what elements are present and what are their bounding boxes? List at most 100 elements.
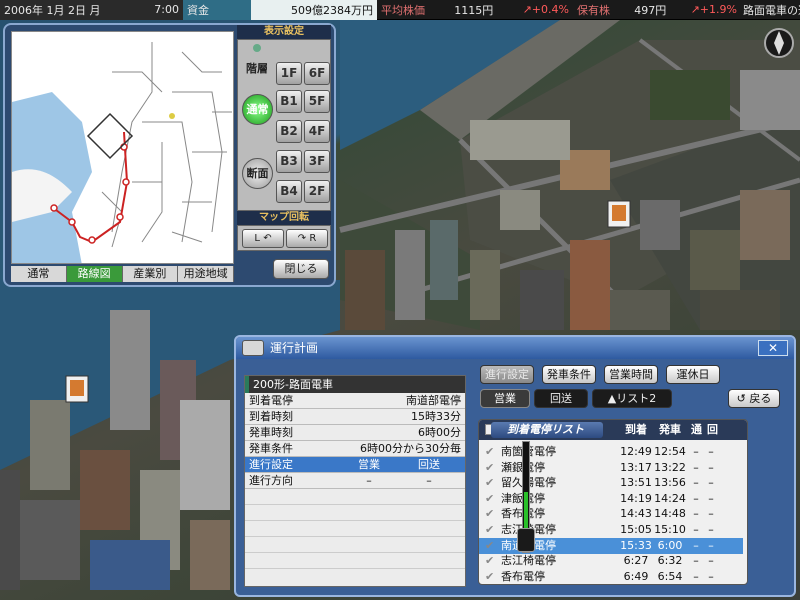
- list-item[interactable]: ✔瀬銀電停13:1713:22––: [479, 460, 743, 476]
- floor-b1-button[interactable]: B1: [276, 90, 302, 113]
- arrival-stop-list: 到着電停リスト 到着 発車 通 回 ✔南箇管電停12:4912:54––✔瀬銀電…: [478, 419, 748, 585]
- display-settings-header: 表示設定: [237, 25, 331, 39]
- floor-b3-button[interactable]: B3: [276, 150, 302, 173]
- row-check-icon[interactable]: ✔: [485, 491, 495, 507]
- business-hours-button[interactable]: 営業時間: [604, 365, 658, 384]
- service-button[interactable]: 営業: [480, 389, 530, 408]
- tab-normal[interactable]: 通常: [11, 266, 67, 282]
- arrive-time: 14:43: [620, 507, 652, 521]
- holding-change: ↗+1.9%: [690, 3, 737, 16]
- row-check-icon[interactable]: ✔: [485, 506, 495, 522]
- info-value: 南道部電停: [406, 394, 461, 407]
- depart-time: 6:32: [657, 554, 683, 568]
- list-item[interactable]: ✔留久場電停13:5113:56––: [479, 475, 743, 491]
- date-text: 2006年 1月 2日 月: [4, 3, 101, 17]
- minimap-panel: 通常 路線図 産業別 用途地域 表示設定 階層 通常 断面 1F 6F B1 5…: [3, 23, 336, 287]
- arrive-time: 12:49: [620, 445, 652, 458]
- info-value: 15時33分: [411, 410, 461, 423]
- list-item[interactable]: ✔香布電停14:4314:48––: [479, 506, 743, 522]
- back-label: 戻る: [749, 392, 772, 405]
- pass-flag: –: [693, 523, 699, 536]
- info-value: 6時00分から30分毎: [360, 442, 461, 455]
- info-empty-row: [245, 505, 465, 521]
- departure-condition-button[interactable]: 発車条件: [542, 365, 596, 384]
- floor-6f-button[interactable]: 6F: [304, 62, 330, 85]
- return-flag: –: [708, 491, 714, 505]
- info-row-progress-setting[interactable]: 進行設定 営業 回送: [245, 457, 465, 473]
- info-key: 発車時刻: [249, 426, 293, 439]
- tab-route-map[interactable]: 路線図: [66, 266, 123, 282]
- mode-section-button[interactable]: 断面: [242, 158, 273, 189]
- arrive-time: 13:17: [620, 460, 652, 474]
- dialog-close-button[interactable]: ✕: [758, 340, 788, 356]
- info-key: 到着電停: [249, 394, 293, 407]
- row-check-icon[interactable]: ✔: [485, 460, 495, 476]
- rotate-left-label: L: [254, 233, 260, 244]
- deadhead-button[interactable]: 回送: [534, 389, 588, 408]
- floor-b2-button[interactable]: B2: [276, 120, 302, 143]
- list-item[interactable]: ✔ 香布電停 6:49 6:54– –: [479, 569, 743, 585]
- depart-time: 12:54: [654, 445, 686, 458]
- pass-flag: –: [693, 569, 699, 583]
- holiday-button[interactable]: 運休日: [666, 365, 720, 384]
- info-key: 進行方向: [249, 474, 293, 487]
- dialog-title-bar[interactable]: 運行計画 ✕: [236, 337, 794, 359]
- time-text: 7:00: [154, 3, 179, 16]
- info-key: 到着時刻: [249, 410, 293, 423]
- row-check-icon[interactable]: ✔: [485, 444, 495, 460]
- row-check-icon[interactable]: ✔: [485, 569, 495, 585]
- info-key: 発車条件: [249, 442, 293, 455]
- list-item[interactable]: ✔ 志江椅電停 6:27 6:32– –: [479, 553, 743, 569]
- return-flag: –: [708, 523, 714, 536]
- pass-flag: –: [693, 460, 699, 474]
- depart-time: 6:54: [657, 569, 683, 583]
- floor-4f-button[interactable]: 4F: [304, 120, 330, 143]
- stop-name: 志江椅電停: [501, 554, 556, 568]
- floor-2f-button[interactable]: 2F: [304, 180, 330, 203]
- floor-label-text: 階層: [246, 62, 268, 75]
- route-map[interactable]: [11, 31, 234, 264]
- arrive-time: 15:05: [620, 523, 652, 536]
- col-pass: 通: [691, 423, 702, 436]
- row-check-icon[interactable]: ✔: [485, 553, 495, 569]
- info-empty-row: [245, 521, 465, 537]
- map-close-button[interactable]: 閉じる: [273, 259, 329, 279]
- arrive-time: 6:27: [623, 554, 649, 568]
- row-check-icon[interactable]: ✔: [485, 538, 495, 554]
- mode-normal-button[interactable]: 通常: [242, 94, 273, 125]
- pass-flag: –: [693, 476, 699, 490]
- rotate-left-button[interactable]: L ↶: [242, 229, 284, 248]
- floor-1f-button[interactable]: 1F: [276, 62, 302, 85]
- back-button[interactable]: ↺ 戻る: [728, 389, 780, 408]
- list-scroll-slider[interactable]: [517, 441, 535, 553]
- date-display: 2006年 1月 2日 月 7:00: [0, 0, 183, 20]
- floor-5f-button[interactable]: 5F: [304, 90, 330, 113]
- map-tabs: 通常 路線図 産業別 用途地域: [11, 266, 234, 282]
- tab-zoning[interactable]: 用途地域: [178, 266, 234, 282]
- row-check-icon[interactable]: ✔: [485, 522, 495, 538]
- news-ticker[interactable]: 路面電車の運行計: [741, 0, 800, 20]
- arrive-time: 14:19: [620, 491, 652, 505]
- floor-indicator-icon: [253, 44, 261, 52]
- info-cell: 回送: [418, 458, 440, 471]
- progress-setting-button[interactable]: 進行設定: [480, 365, 534, 384]
- list-item[interactable]: ✔津飯電停14:1914:24––: [479, 491, 743, 507]
- list-header: 到着電停リスト 到着 発車 通 回: [479, 420, 747, 440]
- info-row-departure-condition: 発車条件 6時00分から30分毎: [245, 441, 465, 457]
- depart-time: 13:56: [654, 476, 686, 490]
- funds-label: 資金: [183, 0, 251, 20]
- rotate-right-button[interactable]: ↷ R: [286, 229, 328, 248]
- floor-3f-button[interactable]: 3F: [304, 150, 330, 173]
- row-check-icon[interactable]: ✔: [485, 475, 495, 491]
- col-depart: 発車: [659, 423, 681, 436]
- holding-label: 保有株: [577, 3, 610, 17]
- list2-button[interactable]: ▲リスト2: [592, 389, 672, 408]
- list-item[interactable]: ✔南箇管電停12:4912:54––: [479, 444, 743, 460]
- info-row-direction[interactable]: 進行方向 – –: [245, 473, 465, 489]
- arrive-time: 15:33: [620, 538, 652, 552]
- floor-b4-button[interactable]: B4: [276, 180, 302, 203]
- list-title: 到着電停リスト: [491, 422, 603, 438]
- tab-industry[interactable]: 産業別: [122, 266, 179, 282]
- slider-knob[interactable]: [517, 528, 535, 552]
- avg-stock-change: ↗+0.4%: [522, 3, 569, 16]
